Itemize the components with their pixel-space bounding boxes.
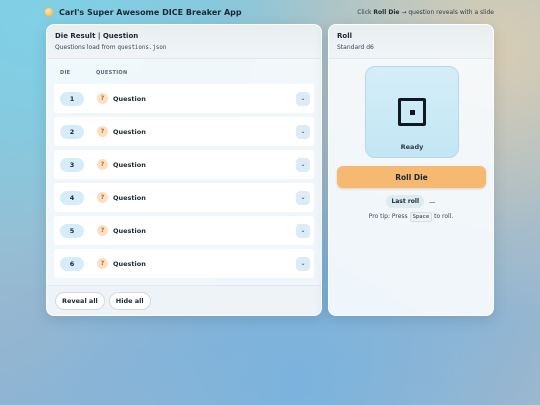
question-text: Question <box>113 127 146 136</box>
table-row[interactable]: 6 ? Question ⌄ <box>54 249 314 278</box>
die-number-pill: 4 <box>60 190 84 205</box>
question-text: Question <box>113 226 146 235</box>
table-row[interactable]: 5 ? Question ⌄ <box>54 216 314 245</box>
expand-chevron-button[interactable]: ⌄ <box>296 91 310 106</box>
question-mark-icon: ? <box>97 225 108 236</box>
question-mark-icon: ? <box>97 126 108 137</box>
last-roll-label: Last roll <box>386 195 425 208</box>
brand: Carl's Super Awesome DICE Breaker App <box>45 8 242 17</box>
roll-card-header: Roll Standard d6 <box>329 25 493 59</box>
top-bar: Carl's Super Awesome DICE Breaker App Cl… <box>0 0 540 24</box>
column-header-question: QUESTION <box>96 70 128 76</box>
questions-card-subtitle: Questions load from questions.json <box>55 44 313 51</box>
protip-prefix: Pro tip: Press <box>368 213 408 220</box>
roll-die-button[interactable]: Roll Die <box>337 166 486 188</box>
die-pip <box>409 109 415 115</box>
column-header-die: DIE <box>60 70 71 76</box>
usage-hint: Click Roll Die → question reveals with a… <box>357 9 494 16</box>
table-row[interactable]: 2 ? Question ⌄ <box>54 117 314 146</box>
questions-table: DIE QUESTION 1 ? Question ⌄ 2 ? Question… <box>54 66 314 278</box>
expand-chevron-button[interactable]: ⌄ <box>296 190 310 205</box>
last-roll-value: — <box>429 197 436 206</box>
pro-tip: Pro tip: Press Space to roll. <box>329 212 493 222</box>
die-number-pill: 1 <box>60 91 84 106</box>
question-text: Question <box>113 193 146 202</box>
hint-strong: Roll Die <box>373 8 400 16</box>
subtitle-filename: questions.json <box>117 45 167 51</box>
table-row[interactable]: 1 ? Question ⌄ <box>54 84 314 113</box>
expand-chevron-button[interactable]: ⌄ <box>296 223 310 238</box>
table-row[interactable]: 4 ? Question ⌄ <box>54 183 314 212</box>
questions-card-footer: Reveal all Hide all <box>47 285 321 315</box>
question-text: Question <box>113 259 146 268</box>
reveal-all-button[interactable]: Reveal all <box>55 291 105 310</box>
die-number-pill: 6 <box>60 256 84 271</box>
question-text: Question <box>113 160 146 169</box>
question-mark-icon: ? <box>97 93 108 104</box>
questions-card-title: Die Result | Question <box>55 32 139 40</box>
table-row[interactable]: 3 ? Question ⌄ <box>54 150 314 179</box>
die-display: Ready <box>365 66 459 158</box>
die-number-pill: 5 <box>60 223 84 238</box>
question-mark-icon: ? <box>97 192 108 203</box>
app-title: Carl's Super Awesome DICE Breaker App <box>59 7 242 17</box>
space-key: Space <box>409 212 433 222</box>
table-header: DIE QUESTION <box>54 66 314 80</box>
hide-all-button[interactable]: Hide all <box>108 291 151 310</box>
hint-suffix: → question reveals with a slide <box>401 8 494 16</box>
questions-card: Die Result | Question Questions load fro… <box>46 24 322 316</box>
expand-chevron-button[interactable]: ⌄ <box>296 124 310 139</box>
protip-suffix: to roll. <box>434 213 454 220</box>
die-number-pill: 2 <box>60 124 84 139</box>
roll-card-title: Roll <box>337 32 352 40</box>
brand-logo-dot <box>45 8 53 16</box>
roll-card-subtitle: Standard d6 <box>337 44 374 51</box>
expand-chevron-button[interactable]: ⌄ <box>296 256 310 271</box>
roll-card: Roll Standard d6 Ready Roll Die Last rol… <box>328 24 494 316</box>
die-face-one-icon <box>398 98 426 126</box>
question-mark-icon: ? <box>97 258 108 269</box>
last-roll: Last roll — <box>329 195 493 208</box>
die-status: Ready <box>400 143 424 151</box>
question-text: Question <box>113 94 146 103</box>
subtitle-text: Questions load from <box>55 44 116 51</box>
hint-prefix: Click <box>357 8 372 16</box>
question-mark-icon: ? <box>97 159 108 170</box>
questions-card-header: Die Result | Question Questions load fro… <box>47 25 321 59</box>
expand-chevron-button[interactable]: ⌄ <box>296 157 310 172</box>
die-number-pill: 3 <box>60 157 84 172</box>
